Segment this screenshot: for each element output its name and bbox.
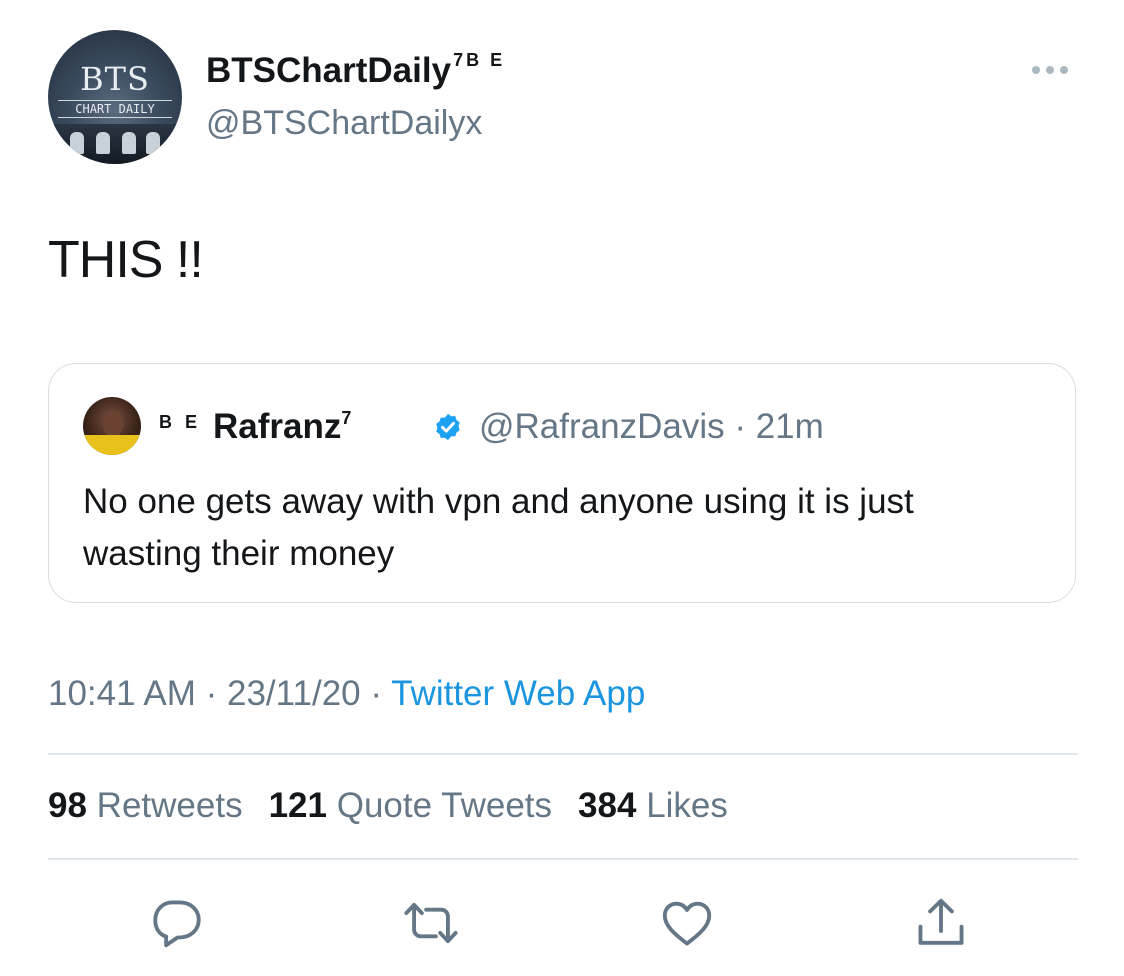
quoted-author-name-text[interactable]: Rafranz <box>213 407 341 446</box>
avatar-figure <box>70 132 84 154</box>
reply-button[interactable] <box>146 892 208 954</box>
author-name-text[interactable]: BTSChartDaily <box>206 51 451 90</box>
divider <box>48 753 1078 755</box>
likes-count: 384 <box>578 786 637 825</box>
reply-icon <box>153 900 201 948</box>
author-avatar[interactable]: BTS CHART DAILY <box>48 30 182 164</box>
tweet-actions-bar <box>146 892 972 954</box>
like-button[interactable] <box>656 892 718 954</box>
author-name-badge: 7B E <box>453 50 506 70</box>
more-dot <box>1060 66 1068 74</box>
likes-label: Likes <box>646 786 728 825</box>
avatar-shirt <box>83 435 141 455</box>
author-display-name[interactable]: BTSChartDaily 7B E <box>206 50 505 91</box>
avatar-figure <box>96 132 110 154</box>
author-handle[interactable]: @BTSChartDailyx <box>206 104 482 143</box>
quote-tweets-label: Quote Tweets <box>336 786 553 825</box>
quote-tweets-count: 121 <box>268 786 327 825</box>
share-icon <box>918 898 964 945</box>
quoted-author-handle-time[interactable]: @RafranzDavis · 21m <box>479 407 824 447</box>
tweet-header: BTS CHART DAILY BTSChartDaily 7B E @BTSCh… <box>48 30 1078 164</box>
quoted-tweet-card[interactable]: B E Rafranz7 @RafranzDavis · 21m No one … <box>48 363 1076 603</box>
heart-icon <box>662 901 712 946</box>
retweet-button[interactable] <box>400 892 462 954</box>
verified-badge-icon <box>436 413 460 441</box>
tweet-timestamp[interactable]: 10:41 AM · 23/11/20 · <box>48 674 391 713</box>
tweet-stats: 98 Retweets 121 Quote Tweets 384 Likes <box>48 786 728 826</box>
quoted-tweet-text: No one gets away with vpn and anyone usi… <box>83 482 914 573</box>
quoted-author-display-name[interactable]: Rafranz7 <box>213 407 351 447</box>
quoted-author-prefix-badge: B E <box>159 412 202 432</box>
more-options-icon[interactable] <box>1028 60 1072 80</box>
avatar-figure <box>122 132 136 154</box>
divider <box>48 858 1078 860</box>
more-dot <box>1046 66 1054 74</box>
more-dot <box>1032 66 1040 74</box>
quoted-author-name-superscript: 7 <box>341 408 352 428</box>
avatar-figure <box>146 132 160 154</box>
share-button[interactable] <box>910 892 972 954</box>
quote-tweets-stat[interactable]: 121 Quote Tweets <box>269 786 552 826</box>
likes-stat[interactable]: 384 Likes <box>578 786 728 826</box>
avatar-face <box>103 411 123 437</box>
tweet-text: THIS !! <box>48 231 204 289</box>
retweets-stat[interactable]: 98 Retweets <box>48 786 243 826</box>
avatar-logo-subtext: CHART DAILY <box>58 100 172 118</box>
avatar-logo-text: BTS <box>80 60 150 98</box>
tweet-source-link[interactable]: Twitter Web App <box>391 674 645 713</box>
retweets-label: Retweets <box>96 786 243 825</box>
tweet-metadata: 10:41 AM · 23/11/20 · Twitter Web App <box>48 674 645 714</box>
retweets-count: 98 <box>48 786 87 825</box>
retweet-icon <box>404 902 458 944</box>
quoted-author-avatar[interactable] <box>83 397 141 455</box>
avatar-scene <box>48 124 182 164</box>
